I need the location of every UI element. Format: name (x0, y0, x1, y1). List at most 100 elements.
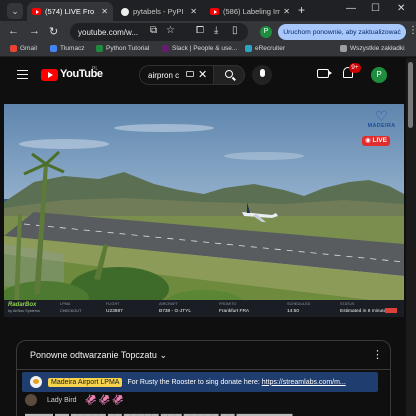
chat-author-name[interactable]: Lady Bird (47, 397, 77, 404)
bookmark-python-tutorial[interactable]: Python Tutorial (96, 45, 149, 52)
madeira-wordmark: MADEIRA (367, 123, 396, 129)
translate-icon (50, 45, 57, 52)
tab-label: pytabels - PyPI (133, 7, 184, 16)
gmail-icon (10, 45, 17, 52)
rb-status-value: Estimated in 8 minutes (340, 309, 389, 314)
search-icon (225, 70, 233, 78)
radarbox-sub: by AirNav Systems (8, 309, 40, 313)
rb-scheduled-value: 14:50 (287, 309, 300, 314)
bookmark-all-bookmarks[interactable]: Wszystkie zakładki (340, 45, 405, 52)
bookmark-label: Slack | People & use... (172, 45, 238, 52)
forward-arrow-icon[interactable]: → (29, 25, 40, 37)
chevron-down-icon: ⌄ (159, 350, 167, 360)
hamburger-menu-icon[interactable] (17, 70, 28, 79)
chat-title: Ponowne odtwarzanie Topczatu (30, 350, 157, 360)
pinned-author-name[interactable]: Madeira Airport LPMA (48, 377, 123, 387)
search-button[interactable] (213, 65, 245, 85)
tab-labeling[interactable]: (586) Labeling Ima ✕ (205, 2, 295, 21)
close-tab-icon[interactable]: ✕ (190, 7, 197, 16)
voice-search-button[interactable] (252, 65, 272, 85)
rb-header-flight: FLIGHT (106, 302, 120, 306)
tab-label: (586) Labeling Ima (223, 7, 281, 16)
chat-header-divider (17, 369, 390, 370)
bookmark-label: Wszystkie zakładki (350, 45, 405, 52)
radarbox-logo: RadarBox (8, 302, 37, 308)
address-bar[interactable]: youtube.com/w... (70, 23, 248, 41)
youtube-header: YouTube PL airpron c ✕ 9+ P (0, 58, 406, 92)
rb-lpma-value: CHECKOUT (60, 309, 82, 313)
rb-aircraft-value: B738 - G-JTYL (159, 309, 191, 314)
airport-livestream-frame (4, 104, 404, 317)
tab-search-icon[interactable]: ⌄ (7, 3, 23, 19)
rb-header-scheduled: SCHEDULED (287, 302, 311, 306)
bookmark-label: Gmail (20, 45, 37, 52)
live-badge: ◉ LIVE (362, 136, 390, 146)
bookmark-gmail[interactable]: Gmail (10, 45, 37, 52)
account-avatar[interactable]: P (371, 67, 387, 83)
browser-tab-strip: ⌄ (574) LIVE Fro ✕ pytabels - PyPI ✕ (58… (0, 0, 416, 21)
browser-menu-icon[interactable]: ⋮ (408, 25, 416, 36)
pinned-message-text: For Rusty the Rooster to sing donate her… (127, 378, 260, 386)
close-window-button[interactable]: ✕ (397, 3, 405, 14)
bookmark-label: eRecruiter (255, 45, 285, 52)
chat-author-avatar (25, 394, 37, 406)
python-icon (96, 45, 103, 52)
new-tab-button[interactable]: + (298, 3, 305, 17)
page-scrollbar-thumb[interactable] (408, 62, 413, 128)
erecruiter-icon (245, 45, 252, 52)
bookmark-label: Python Tutorial (106, 45, 150, 52)
rb-flight-value: U23887 (106, 309, 123, 314)
minimize-button[interactable]: — (346, 3, 356, 14)
chat-more-options-icon[interactable]: ⋮ (372, 348, 383, 361)
pinned-message[interactable]: Madeira Airport LPMA For Rusty the Roost… (22, 372, 378, 392)
live-chat-panel: Ponowne odtwarzanie Topczatu ⌄ ⋮ Madeira… (16, 340, 391, 416)
bookmarks-bar: Gmail Tłumacz Python Tutorial Slack | Pe… (0, 43, 416, 57)
extensions-icon[interactable]: ⧠ (196, 25, 204, 36)
keyboard-icon[interactable] (186, 71, 194, 77)
slack-icon (162, 45, 169, 52)
bookmark-slack[interactable]: Slack | People & use... (162, 45, 237, 52)
update-restart-button[interactable]: Uruchom ponownie, aby zaktualizować (278, 24, 406, 40)
chat-message-partial: ▬▬▬▬ ▬▬ ▬▬▬▬▬ ▬▬ ▬▬▬▬▬ ▬▬▬ ▬▬▬▬▬ ▬▬ ▬▬▬▬… (25, 411, 293, 416)
madeira-heart-icon: ♡ (375, 108, 388, 124)
bookmark-tlumacz[interactable]: Tłumacz (50, 45, 85, 52)
pypi-favicon-icon (121, 7, 129, 16)
video-player[interactable]: ♡ MADEIRA ◉ LIVE (4, 104, 404, 317)
clear-search-icon[interactable]: ✕ (198, 68, 207, 81)
address-bar-url: youtube.com/w... (78, 27, 139, 37)
chat-mode-dropdown[interactable]: Ponowne odtwarzanie Topczatu ⌄ (30, 350, 167, 361)
maximize-button[interactable]: ☐ (371, 3, 380, 14)
tab-youtube-live[interactable]: (574) LIVE Fro ✕ (27, 2, 113, 21)
madeira-airport-logo: ♡ MADEIRA (363, 109, 400, 129)
rb-from-value: Frankfurt FRA (219, 309, 250, 314)
youtube-logo-icon[interactable] (41, 69, 58, 81)
bookmark-star-icon[interactable]: ☆ (166, 25, 175, 36)
folder-icon (340, 45, 347, 52)
search-input-value: airpron c (148, 70, 180, 80)
chat-message: Lady Bird 🦑🦑🦑 (25, 394, 125, 406)
close-tab-icon[interactable]: ✕ (283, 7, 290, 16)
sidepanel-icon[interactable]: ▯ (232, 25, 238, 36)
create-video-icon[interactable] (317, 69, 332, 78)
pinned-author-avatar (30, 376, 42, 388)
rb-header-from: FROM/TO (219, 302, 237, 306)
youtube-favicon-icon (210, 8, 219, 15)
status-indicator (385, 308, 397, 313)
cast-icon[interactable]: ⧉ (150, 25, 157, 36)
flight-info-bar: RadarBox by AirNav Systems LPMA FLIGHT A… (4, 300, 404, 317)
close-tab-icon[interactable]: ✕ (101, 7, 108, 16)
chat-message-text: 🦑🦑🦑 (84, 394, 125, 406)
tab-pypi[interactable]: pytabels - PyPI ✕ (116, 2, 202, 21)
bookmark-label: Tłumacz (60, 45, 85, 52)
reload-icon[interactable]: ↻ (49, 25, 58, 38)
rb-header-status: STATUS (340, 302, 355, 306)
browser-toolbar: ← → ↻ youtube.com/w... ⧉ ☆ ⧠ ⤓ ▯ P Uruch… (0, 21, 416, 43)
bookmark-erecruiter[interactable]: eRecruiter (245, 45, 285, 52)
pinned-message-link[interactable]: https://streamlabs.com/m... (262, 379, 346, 386)
download-icon[interactable]: ⤓ (214, 25, 218, 36)
tab-label: (574) LIVE Fro (45, 7, 95, 16)
browser-profile-avatar[interactable]: P (260, 26, 272, 38)
youtube-favicon-icon (32, 8, 41, 15)
back-arrow-icon[interactable]: ← (8, 25, 19, 37)
notification-count-badge: 9+ (349, 63, 361, 73)
